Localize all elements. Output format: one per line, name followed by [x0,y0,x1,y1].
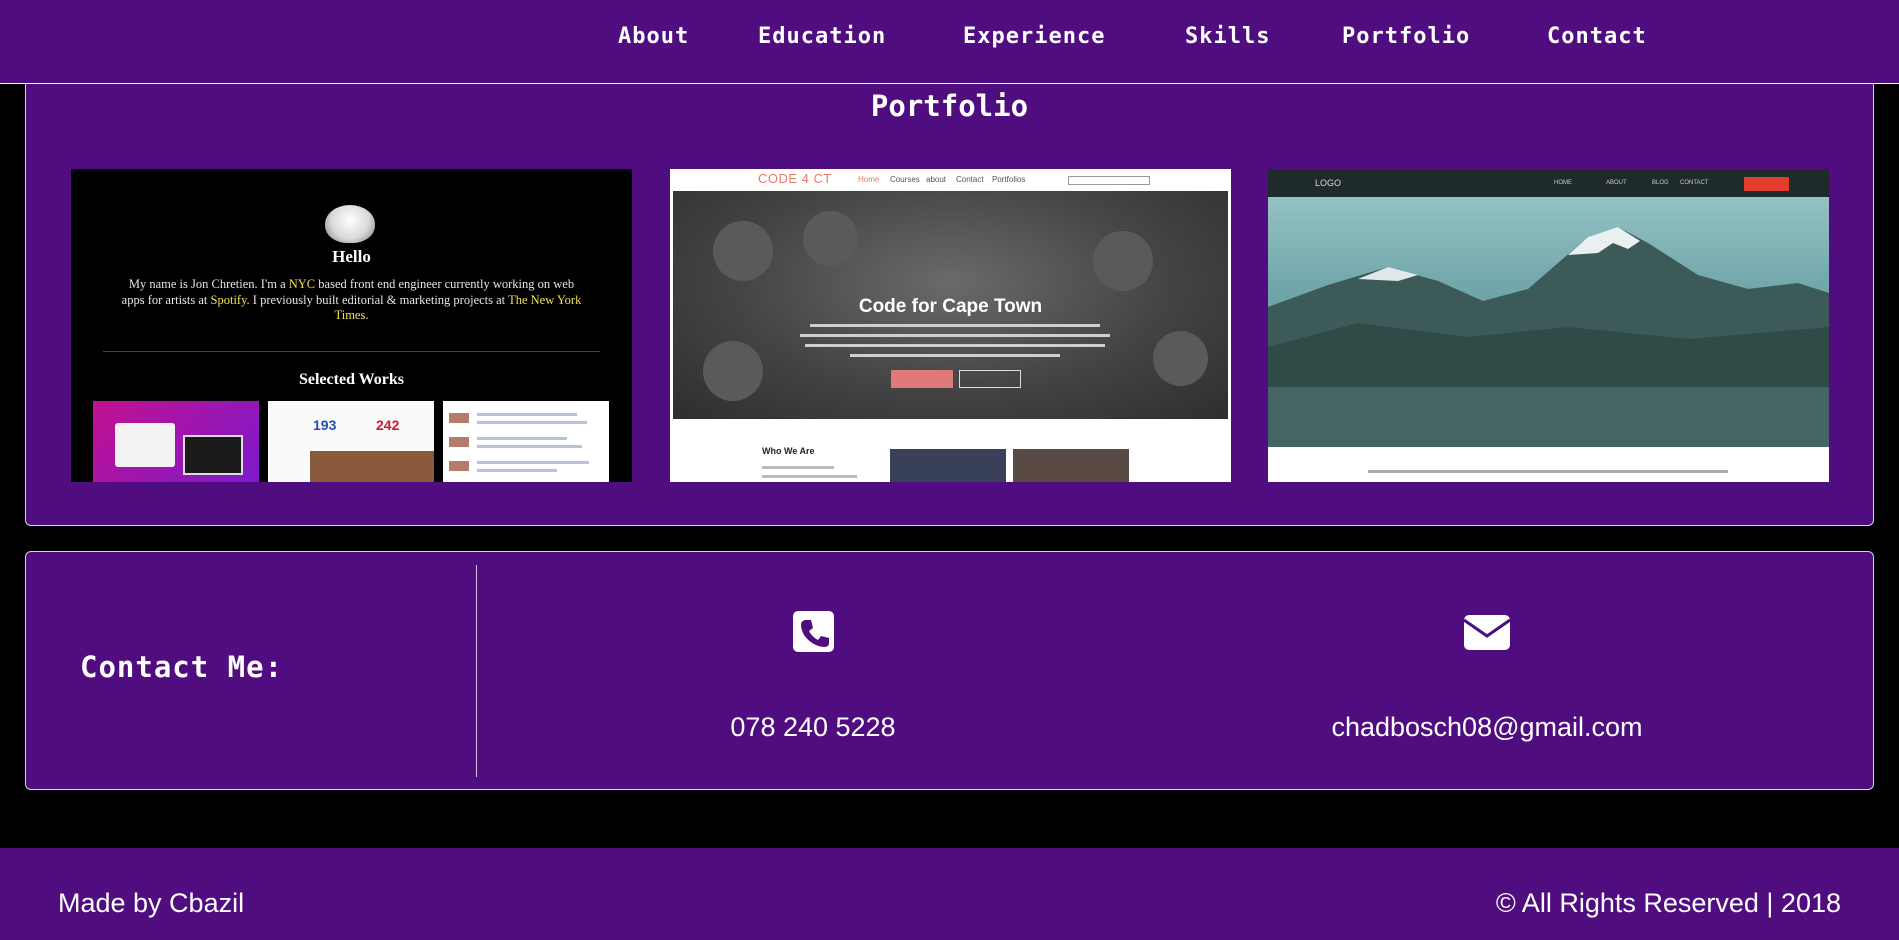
laptop-mockup [115,423,175,467]
divider [476,565,477,777]
nav-education-link[interactable]: Education [758,24,886,49]
nav-portfolio-link[interactable]: Portfolio [1342,24,1470,49]
email-address[interactable]: chadbosch08@gmail.com [1237,712,1737,743]
site-logo: LOGO [1315,178,1342,188]
photo-placeholder [310,451,434,482]
work-thumbnail [443,401,609,482]
mini-menu-item: HOME [1554,180,1572,186]
hero-button [891,370,953,388]
mini-menu-item: Courses [890,175,920,184]
mini-menu-item: Contact [956,175,984,184]
text-line [762,475,857,478]
photo-placeholder [1013,449,1129,482]
portfolio-card-code-for-cape-town[interactable]: CODE 4 CT Home Courses about Contact Por… [670,169,1231,482]
hero-button [959,370,1021,388]
photo-placeholder [890,449,1006,482]
mountain-illustration [1268,227,1829,447]
mini-search-box [1068,176,1150,185]
avatar [325,205,375,243]
text-line [477,421,587,424]
text-line [477,437,567,440]
text-line [1368,470,1728,473]
text-line [762,466,834,469]
thumb-image [449,461,469,471]
envelope-icon[interactable] [1463,615,1511,650]
contact-section: Contact Me: 078 240 5228 chadbosch08@gma… [25,551,1874,790]
mini-navbar: LOGO HOME ABOUT BLOG CONTACT [1268,169,1829,197]
phone-square-icon[interactable] [793,611,834,652]
text-line [800,334,1110,337]
nav-skills-link[interactable]: Skills [1185,24,1270,49]
divider [103,351,600,352]
thumb-image [449,437,469,447]
mountain-hero-image [1268,197,1829,447]
portfolio-card-mountain-template[interactable]: LOGO HOME ABOUT BLOG CONTACT [1268,169,1829,482]
mini-menu-item: BLOG [1652,180,1669,186]
who-we-are-heading: Who We Are [762,446,815,456]
mini-menu-item: ABOUT [1606,180,1627,186]
footer: Made by Cbazil © All Rights Reserved | 2… [0,848,1899,940]
nav-contact-link[interactable]: Contact [1547,24,1647,49]
site-logo: CODE 4 CT [758,171,832,186]
hero-title: Code for Cape Town [858,296,1043,317]
contact-title: Contact Me: [80,650,284,684]
stat-number: 193 [313,417,337,433]
text-line [477,469,557,472]
footer-copyright: © All Rights Reserved | 2018 [1495,888,1841,918]
text-line [805,344,1105,347]
text-line [477,413,577,416]
mini-menu-item: Home [858,175,880,184]
thumb-image [449,413,469,423]
mini-menu-item: CONTACT [1680,180,1709,186]
phone-number[interactable]: 078 240 5228 [613,712,1013,743]
card-works-heading: Selected Works [298,371,405,388]
work-thumbnail [93,401,259,482]
text-line [810,324,1100,327]
card-bio-text: My name is Jon Chretien. I'm a NYC based… [121,277,582,322]
mini-login-button [1744,177,1789,191]
portfolio-title: Portfolio [870,89,1029,123]
stat-number: 242 [376,417,400,433]
text-line [850,354,1060,357]
footer-credit: Made by Cbazil [58,888,245,918]
text-line [477,461,589,464]
text-line [477,445,582,448]
mini-menu-item: Portfolios [992,175,1026,184]
card-hello-heading: Hello [332,247,371,266]
hero-image: Code for Cape Town [673,191,1228,419]
nav-experience-link[interactable]: Experience [963,24,1105,49]
portfolio-card-personal-site[interactable]: Hello My name is Jon Chretien. I'm a NYC… [71,169,632,482]
portfolio-section: Portfolio Hello My name is Jon Chretien.… [25,60,1874,526]
nav-about-link[interactable]: About [618,24,689,49]
top-nav: About Education Experience Skills Portfo… [0,0,1899,84]
phone-mockup [183,435,243,475]
mini-menu-item: about [926,175,947,184]
work-thumbnail: 193 242 [268,401,434,482]
